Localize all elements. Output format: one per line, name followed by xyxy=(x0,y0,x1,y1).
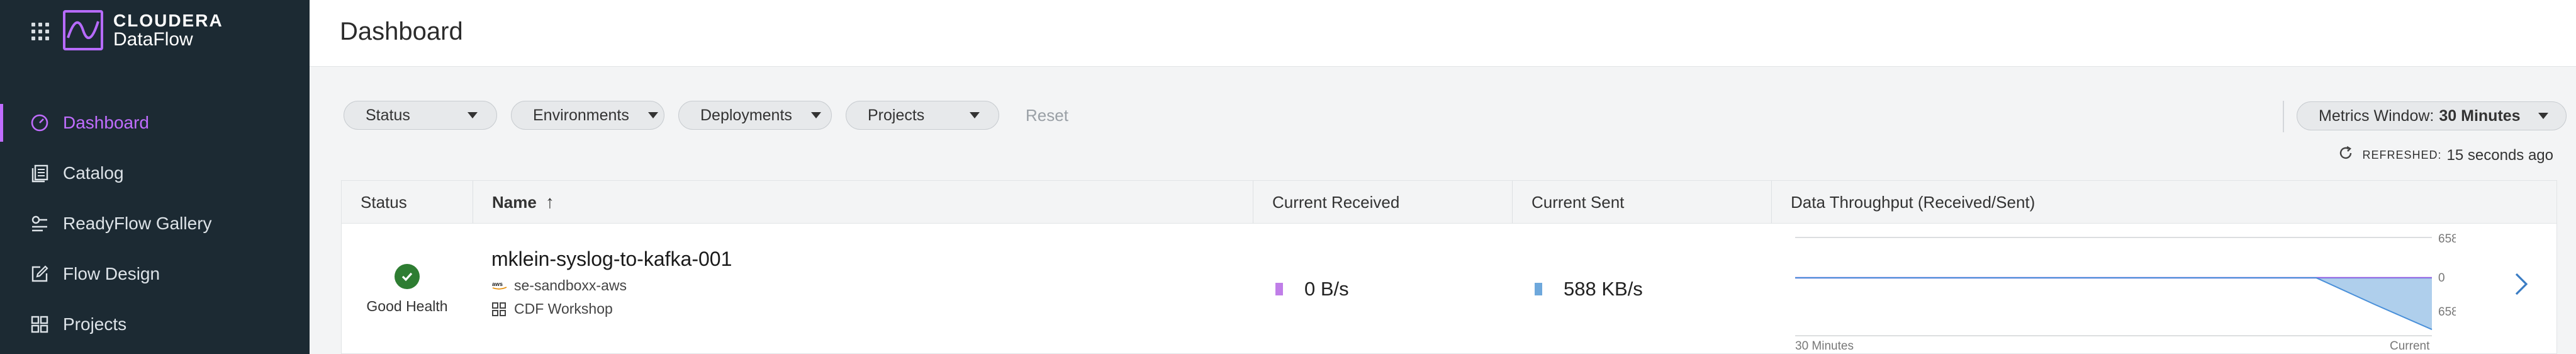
sidebar: CLOUDERA DataFlow Dashboard Catalog Read… xyxy=(0,0,310,354)
product-name: DataFlow xyxy=(113,29,193,50)
column-header-current-sent[interactable]: Current Sent xyxy=(1512,181,1771,224)
deployments-filter[interactable]: Deployments xyxy=(678,101,832,130)
status-cell: Good Health xyxy=(342,224,473,354)
current-sent-cell: 588 KB/s xyxy=(1535,224,1771,354)
project-line: CDF Workshop xyxy=(491,300,1246,317)
svg-text:aws: aws xyxy=(492,281,503,287)
y-min-label: 658.73 KB/s xyxy=(2438,305,2456,319)
metrics-window-value: 30 Minutes xyxy=(2439,106,2521,125)
chevron-down-icon xyxy=(810,112,821,118)
column-label: Current Sent xyxy=(1532,192,1625,212)
column-header-name[interactable]: Name ↑ xyxy=(473,181,1253,224)
status-text: Good Health xyxy=(366,297,448,314)
column-label: Name xyxy=(492,192,537,212)
sidebar-item-catalog[interactable]: Catalog xyxy=(0,148,310,198)
reset-button[interactable]: Reset xyxy=(1026,106,1068,125)
throughput-chart: 658.73 KB/s 0 658.73 KB/s 30 Minutes Cur… xyxy=(1795,232,2456,353)
sidebar-item-flow-design[interactable]: Flow Design xyxy=(0,249,310,299)
flow-name-link[interactable]: mklein-syslog-to-kafka-001 xyxy=(491,248,1246,271)
chevron-down-icon xyxy=(647,112,658,118)
y-max-label: 658.73 KB/s xyxy=(2438,232,2456,246)
filter-bar: Status Environments Deployments Projects… xyxy=(344,101,1068,130)
column-header-current-received[interactable]: Current Received xyxy=(1253,181,1512,224)
brand-logo[interactable]: CLOUDERA DataFlow xyxy=(113,11,223,50)
readyflow-icon xyxy=(29,213,50,234)
sent-legend-swatch xyxy=(1535,283,1542,295)
column-label: Status xyxy=(361,192,407,212)
sidebar-item-dashboard[interactable]: Dashboard xyxy=(0,98,310,148)
received-value: 0 B/s xyxy=(1304,278,1349,300)
page-header: Dashboard xyxy=(310,0,2576,67)
flow-design-icon xyxy=(29,263,50,285)
sort-ascending-icon: ↑ xyxy=(545,192,554,212)
chevron-right-icon[interactable] xyxy=(2514,271,2529,300)
filter-label: Deployments xyxy=(700,106,792,124)
refreshed-label: REFRESHED: xyxy=(2362,149,2442,161)
sidebar-item-label: Dashboard xyxy=(63,113,149,132)
sidebar-item-label: Catalog xyxy=(63,163,124,183)
catalog-icon xyxy=(29,163,50,184)
sidebar-item-readyflow-gallery[interactable]: ReadyFlow Gallery xyxy=(0,198,310,249)
x-start-label: 30 Minutes xyxy=(1795,340,1854,353)
chevron-down-icon xyxy=(468,112,478,118)
aws-icon: aws xyxy=(491,280,508,292)
projects-icon xyxy=(491,302,508,317)
check-circle-icon xyxy=(395,263,420,289)
metrics-window-select[interactable]: Metrics Window: 30 Minutes xyxy=(2297,101,2567,130)
column-header-throughput: Data Throughput (Received/Sent) xyxy=(1771,181,2558,224)
chevron-down-icon xyxy=(970,112,980,118)
logo-icon xyxy=(63,10,103,50)
current-received-cell: 0 B/s xyxy=(1275,224,1512,354)
deployments-table: Status Name ↑ Current Received Current S… xyxy=(341,180,2557,354)
refresh-status: REFRESHED: 15 seconds ago xyxy=(2338,145,2553,166)
sidebar-nav: Dashboard Catalog ReadyFlow Gallery Flow… xyxy=(0,98,310,350)
table-row[interactable]: Good Health mklein-syslog-to-kafka-001 a… xyxy=(342,224,2556,354)
environment-line: aws se-sandboxx-aws xyxy=(491,277,1246,294)
table-header: Status Name ↑ Current Received Current S… xyxy=(342,181,2556,224)
y-zero-label: 0 xyxy=(2438,271,2445,285)
filter-label: Projects xyxy=(868,106,925,124)
metrics-window-label: Metrics Window: xyxy=(2319,106,2434,125)
throughput-sparkline: 658.73 KB/s 0 658.73 KB/s 30 Minutes Cur… xyxy=(1795,224,2456,354)
name-cell: mklein-syslog-to-kafka-001 aws se-sandbo… xyxy=(491,224,1246,354)
sidebar-item-label: Flow Design xyxy=(63,264,160,283)
page-title: Dashboard xyxy=(340,18,463,45)
chevron-down-icon xyxy=(2538,113,2548,119)
project-name: CDF Workshop xyxy=(514,300,613,317)
environments-filter[interactable]: Environments xyxy=(511,101,664,130)
received-legend-swatch xyxy=(1275,283,1283,295)
status-filter[interactable]: Status xyxy=(344,101,497,130)
brand-name: CLOUDERA xyxy=(113,11,223,30)
sidebar-item-projects[interactable]: Projects xyxy=(0,299,310,350)
sidebar-item-label: ReadyFlow Gallery xyxy=(63,214,212,233)
filter-label: Status xyxy=(366,106,410,124)
environment-name: se-sandboxx-aws xyxy=(514,277,627,294)
sent-series-area xyxy=(1795,278,2432,330)
refresh-icon[interactable] xyxy=(2338,145,2354,166)
filter-label: Environments xyxy=(533,106,629,124)
app-launcher-icon[interactable] xyxy=(31,23,49,40)
gauge-icon xyxy=(29,112,50,134)
divider xyxy=(2283,101,2284,132)
sidebar-item-label: Projects xyxy=(63,314,127,334)
column-label: Data Throughput (Received/Sent) xyxy=(1791,192,2036,212)
sent-value: 588 KB/s xyxy=(1564,278,1643,300)
refreshed-value: 15 seconds ago xyxy=(2446,146,2553,164)
column-header-status[interactable]: Status xyxy=(342,181,473,224)
projects-filter[interactable]: Projects xyxy=(846,101,999,130)
column-label: Current Received xyxy=(1272,192,1400,212)
projects-icon xyxy=(29,314,50,335)
x-end-label: Current xyxy=(2390,340,2430,353)
